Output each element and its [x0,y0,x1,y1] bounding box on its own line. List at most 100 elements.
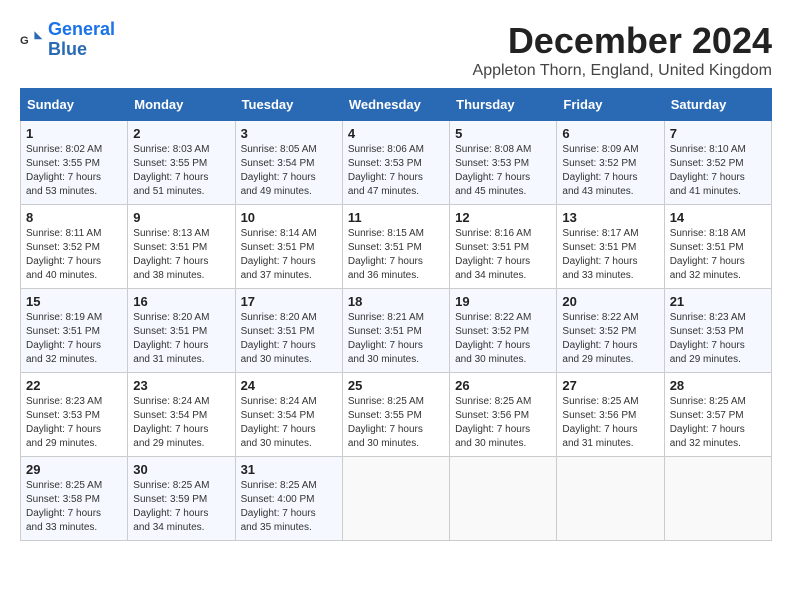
cell-content: Sunrise: 8:03 AMSunset: 3:55 PMDaylight:… [133,143,229,199]
day-number: 21 [670,294,766,309]
calendar-cell: 12 Sunrise: 8:16 AMSunset: 3:51 PMDayligh… [450,205,557,289]
cell-content: Sunrise: 8:09 AMSunset: 3:52 PMDaylight:… [562,143,658,199]
calendar-cell: 17Sunrise: 8:20 AMSunset: 3:51 PMDayligh… [235,289,342,373]
calendar-cell [450,457,557,541]
calendar-cell: 24 Sunrise: 8:24 AMSunset: 3:54 PMDayligh… [235,373,342,457]
header-day-saturday: Saturday [664,89,771,121]
day-number: 2 [133,126,229,141]
header-day-monday: Monday [128,89,235,121]
day-number: 25 [348,378,444,393]
calendar-cell: 13 Sunrise: 8:17 AMSunset: 3:51 PMDayligh… [557,205,664,289]
calendar-cell: 5 Sunrise: 8:08 AMSunset: 3:53 PMDaylight… [450,121,557,205]
header-day-sunday: Sunday [21,89,128,121]
calendar-cell: 8Sunrise: 8:11 AMSunset: 3:52 PMDaylight… [21,205,128,289]
calendar-cell: 6 Sunrise: 8:09 AMSunset: 3:52 PMDaylight… [557,121,664,205]
calendar-cell: 7 Sunrise: 8:10 AMSunset: 3:52 PMDaylight… [664,121,771,205]
cell-content: Sunrise: 8:24 AMSunset: 3:54 PMDaylight:… [133,395,229,451]
day-number: 20 [562,294,658,309]
cell-content: Sunrise: 8:25 AMSunset: 4:00 PMDaylight:… [241,479,337,535]
cell-content: Sunrise: 8:20 AMSunset: 3:51 PMDaylight:… [133,311,229,367]
calendar-cell: 19Sunrise: 8:22 AMSunset: 3:52 PMDayligh… [450,289,557,373]
cell-content: Sunrise: 8:23 AMSunset: 3:53 PMDaylight:… [670,311,766,367]
cell-content: Sunrise: 8:21 AMSunset: 3:51 PMDaylight:… [348,311,444,367]
svg-text:G: G [20,35,29,47]
cell-content: Sunrise: 8:08 AMSunset: 3:53 PMDaylight:… [455,143,551,199]
calendar-cell: 20Sunrise: 8:22 AMSunset: 3:52 PMDayligh… [557,289,664,373]
logo: G General Blue [20,20,115,60]
day-number: 9 [133,210,229,225]
title-area: December 2024 Appleton Thorn, England, U… [473,20,772,80]
day-number: 4 [348,126,444,141]
location-title: Appleton Thorn, England, United Kingdom [473,62,772,80]
day-number: 7 [670,126,766,141]
cell-content: Sunrise: 8:25 AMSunset: 3:57 PMDaylight:… [670,395,766,451]
page-header: G General Blue December 2024 Appleton Th… [20,20,772,80]
day-number: 28 [670,378,766,393]
week-row-5: 29 Sunrise: 8:25 AMSunset: 3:58 PMDayligh… [21,457,772,541]
day-number: 22 [26,378,122,393]
cell-content: Sunrise: 8:11 AMSunset: 3:52 PMDaylight:… [26,227,122,283]
cell-content: Sunrise: 8:13 AMSunset: 3:51 PMDaylight:… [133,227,229,283]
calendar-cell: 15Sunrise: 8:19 AMSunset: 3:51 PMDayligh… [21,289,128,373]
cell-content: Sunrise: 8:24 AMSunset: 3:54 PMDaylight:… [241,395,337,451]
day-number: 18 [348,294,444,309]
day-number: 23 [133,378,229,393]
cell-content: Sunrise: 8:05 AMSunset: 3:54 PMDaylight:… [241,143,337,199]
day-number: 1 [26,126,122,141]
day-number: 13 [562,210,658,225]
cell-content: Sunrise: 8:20 AMSunset: 3:51 PMDaylight:… [241,311,337,367]
cell-content: Sunrise: 8:25 AMSunset: 3:55 PMDaylight:… [348,395,444,451]
logo-line1: General [48,19,115,39]
week-row-3: 15Sunrise: 8:19 AMSunset: 3:51 PMDayligh… [21,289,772,373]
calendar-cell: 9 Sunrise: 8:13 AMSunset: 3:51 PMDaylight… [128,205,235,289]
calendar-cell: 18 Sunrise: 8:21 AMSunset: 3:51 PMDayligh… [342,289,449,373]
header-day-wednesday: Wednesday [342,89,449,121]
logo-text: General Blue [48,20,115,60]
calendar-cell: 1 Sunrise: 8:02 AMSunset: 3:55 PMDaylight… [21,121,128,205]
cell-content: Sunrise: 8:17 AMSunset: 3:51 PMDaylight:… [562,227,658,283]
cell-content: Sunrise: 8:15 AMSunset: 3:51 PMDaylight:… [348,227,444,283]
calendar-cell: 26 Sunrise: 8:25 AMSunset: 3:56 PMDayligh… [450,373,557,457]
day-number: 31 [241,462,337,477]
calendar-cell [664,457,771,541]
calendar-cell: 2 Sunrise: 8:03 AMSunset: 3:55 PMDaylight… [128,121,235,205]
week-row-4: 22 Sunrise: 8:23 AMSunset: 3:53 PMDayligh… [21,373,772,457]
day-number: 6 [562,126,658,141]
calendar-cell: 4 Sunrise: 8:06 AMSunset: 3:53 PMDaylight… [342,121,449,205]
calendar-body: 1 Sunrise: 8:02 AMSunset: 3:55 PMDaylight… [21,121,772,541]
day-number: 10 [241,210,337,225]
cell-content: Sunrise: 8:18 AMSunset: 3:51 PMDaylight:… [670,227,766,283]
logo-line2: Blue [48,40,115,60]
header-day-friday: Friday [557,89,664,121]
header-day-thursday: Thursday [450,89,557,121]
day-number: 5 [455,126,551,141]
cell-content: Sunrise: 8:23 AMSunset: 3:53 PMDaylight:… [26,395,122,451]
cell-content: Sunrise: 8:25 AMSunset: 3:56 PMDaylight:… [455,395,551,451]
cell-content: Sunrise: 8:25 AMSunset: 3:58 PMDaylight:… [26,479,122,535]
logo-icon: G [20,28,44,52]
day-number: 26 [455,378,551,393]
day-number: 30 [133,462,229,477]
calendar-cell: 28 Sunrise: 8:25 AMSunset: 3:57 PMDayligh… [664,373,771,457]
month-title: December 2024 [473,20,772,62]
cell-content: Sunrise: 8:19 AMSunset: 3:51 PMDaylight:… [26,311,122,367]
cell-content: Sunrise: 8:25 AMSunset: 3:56 PMDaylight:… [562,395,658,451]
calendar-cell: 27Sunrise: 8:25 AMSunset: 3:56 PMDayligh… [557,373,664,457]
calendar-cell: 16Sunrise: 8:20 AMSunset: 3:51 PMDayligh… [128,289,235,373]
cell-content: Sunrise: 8:25 AMSunset: 3:59 PMDaylight:… [133,479,229,535]
calendar-table: SundayMondayTuesdayWednesdayThursdayFrid… [20,88,772,541]
day-number: 24 [241,378,337,393]
week-row-2: 8Sunrise: 8:11 AMSunset: 3:52 PMDaylight… [21,205,772,289]
day-number: 11 [348,210,444,225]
cell-content: Sunrise: 8:02 AMSunset: 3:55 PMDaylight:… [26,143,122,199]
cell-content: Sunrise: 8:16 AMSunset: 3:51 PMDaylight:… [455,227,551,283]
calendar-cell: 21 Sunrise: 8:23 AMSunset: 3:53 PMDayligh… [664,289,771,373]
cell-content: Sunrise: 8:10 AMSunset: 3:52 PMDaylight:… [670,143,766,199]
day-number: 14 [670,210,766,225]
day-number: 3 [241,126,337,141]
day-number: 29 [26,462,122,477]
cell-content: Sunrise: 8:06 AMSunset: 3:53 PMDaylight:… [348,143,444,199]
calendar-cell: 22 Sunrise: 8:23 AMSunset: 3:53 PMDayligh… [21,373,128,457]
calendar-cell: 11 Sunrise: 8:15 AMSunset: 3:51 PMDayligh… [342,205,449,289]
day-number: 12 [455,210,551,225]
